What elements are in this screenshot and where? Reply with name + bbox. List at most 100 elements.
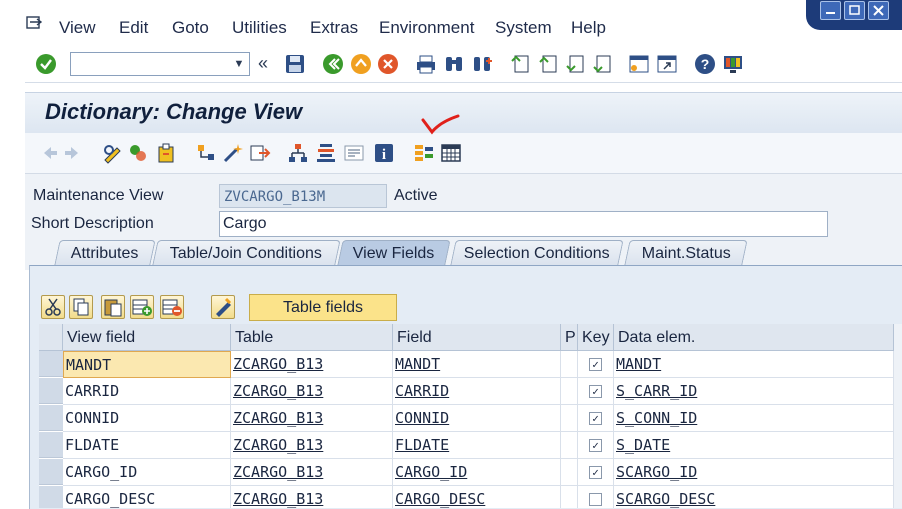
key-checkbox[interactable]: ✓ <box>589 439 602 452</box>
key-cell[interactable]: ✓ <box>578 432 614 459</box>
key-checkbox[interactable]: ✓ <box>589 385 602 398</box>
arrow-right-icon[interactable] <box>63 142 85 164</box>
object-list-icon[interactable] <box>287 142 309 164</box>
key-cell[interactable]: ✓ <box>578 351 614 378</box>
table-fields-button[interactable]: Table fields <box>249 294 397 321</box>
technical-settings-icon[interactable] <box>343 142 365 164</box>
new-session-icon[interactable] <box>628 53 650 75</box>
table-cell[interactable]: ZCARGO_B13 <box>231 378 393 405</box>
data-element-cell[interactable]: S_CARR_ID <box>614 378 894 405</box>
row-selector[interactable] <box>39 459 63 485</box>
delete-row-icon[interactable] <box>160 295 184 319</box>
cut-icon[interactable] <box>41 295 65 319</box>
chevron-down-icon[interactable]: ▼ <box>229 53 249 75</box>
find-next-icon[interactable] <box>471 53 493 75</box>
exit-icon[interactable] <box>350 53 372 75</box>
previous-page-icon[interactable] <box>537 53 559 75</box>
view-field-cell[interactable]: CARGO_DESC <box>63 486 231 508</box>
help-icon[interactable]: ? <box>694 53 716 75</box>
column-header-data-element[interactable]: Data elem. <box>614 324 894 351</box>
vertical-scrollbar[interactable] <box>894 324 902 508</box>
change-field-icon[interactable] <box>211 295 235 319</box>
p-cell[interactable] <box>561 432 578 459</box>
row-selector[interactable] <box>39 405 63 431</box>
tab-attributes[interactable]: Attributes <box>54 240 156 265</box>
p-cell[interactable] <box>561 459 578 486</box>
key-checkbox[interactable]: ✓ <box>589 358 602 371</box>
enter-icon[interactable] <box>35 53 57 75</box>
key-checkbox[interactable]: ✓ <box>589 412 602 425</box>
field-cell[interactable]: CARGO_DESC <box>393 486 561 508</box>
table-cell[interactable]: ZCARGO_B13 <box>231 432 393 459</box>
key-checkbox[interactable]: ✓ <box>589 466 602 479</box>
table-cell[interactable]: ZCARGO_B13 <box>231 405 393 432</box>
column-header-key[interactable]: Key <box>578 324 614 351</box>
key-cell[interactable] <box>578 486 614 508</box>
view-field-cell[interactable]: CARGO_ID <box>63 459 231 486</box>
menu-help[interactable]: Help <box>571 18 606 38</box>
insert-row-icon[interactable] <box>130 295 154 319</box>
back-icon[interactable] <box>322 53 344 75</box>
minimize-icon[interactable] <box>820 1 841 20</box>
row-selector[interactable] <box>39 432 63 458</box>
view-field-cell[interactable]: MANDT <box>63 351 231 378</box>
key-cell[interactable]: ✓ <box>578 459 614 486</box>
close-icon[interactable] <box>868 1 889 20</box>
data-element-cell[interactable]: S_CONN_ID <box>614 405 894 432</box>
table-cell[interactable]: ZCARGO_B13 <box>231 459 393 486</box>
table-cell[interactable]: ZCARGO_B13 <box>231 486 393 508</box>
p-cell[interactable] <box>561 378 578 405</box>
field-cell[interactable]: CARGO_ID <box>393 459 561 486</box>
info-icon[interactable]: i <box>373 142 395 164</box>
data-element-cell[interactable]: SCARGO_ID <box>614 459 894 486</box>
view-field-cell[interactable]: CONNID <box>63 405 231 432</box>
key-cell[interactable]: ✓ <box>578 405 614 432</box>
menu-edit[interactable]: Edit <box>119 18 148 38</box>
data-element-cell[interactable]: S_DATE <box>614 432 894 459</box>
copy-icon[interactable] <box>69 295 93 319</box>
row-selector[interactable] <box>39 378 63 404</box>
table-cell[interactable]: ZCARGO_B13 <box>231 351 393 378</box>
field-cell[interactable]: CARRID <box>393 378 561 405</box>
check-object-icon[interactable] <box>195 142 217 164</box>
key-checkbox[interactable] <box>589 493 602 506</box>
display-change-icon[interactable] <box>101 142 123 164</box>
tab-selection-conditions[interactable]: Selection Conditions <box>450 240 624 265</box>
paste-icon[interactable] <box>101 295 125 319</box>
first-page-icon[interactable] <box>509 53 531 75</box>
field-cell[interactable]: FLDATE <box>393 432 561 459</box>
menu-environment[interactable]: Environment <box>379 18 474 38</box>
table-fields-icon[interactable] <box>413 142 435 164</box>
last-page-icon[interactable] <box>591 53 613 75</box>
p-cell[interactable] <box>561 486 578 508</box>
cancel-icon[interactable] <box>377 53 399 75</box>
select-all-header[interactable] <box>39 324 63 351</box>
menu-goto[interactable]: Goto <box>172 18 209 38</box>
menu-utilities[interactable]: Utilities <box>232 18 287 38</box>
other-object-icon[interactable] <box>155 142 177 164</box>
menu-exit-icon[interactable] <box>26 16 43 30</box>
data-element-cell[interactable]: MANDT <box>614 351 894 378</box>
save-icon[interactable] <box>284 53 306 75</box>
field-cell[interactable]: CONNID <box>393 405 561 432</box>
arrow-left-icon[interactable] <box>37 142 59 164</box>
next-page-icon[interactable] <box>564 53 586 75</box>
menu-view[interactable]: View <box>59 18 96 38</box>
row-selector[interactable] <box>39 486 63 508</box>
activate-icon[interactable] <box>222 142 244 164</box>
column-header-field[interactable]: Field <box>393 324 561 351</box>
field-cell[interactable]: MANDT <box>393 351 561 378</box>
navigation-window-icon[interactable] <box>315 142 337 164</box>
active-inactive-icon[interactable] <box>127 142 149 164</box>
column-header-view-field[interactable]: View field <box>63 324 231 351</box>
collapse-command-icon[interactable]: « <box>258 53 280 75</box>
short-description-input[interactable]: Cargo <box>219 211 828 237</box>
find-icon[interactable] <box>443 53 465 75</box>
menu-extras[interactable]: Extras <box>310 18 358 38</box>
tab-view-fields[interactable]: View Fields <box>337 240 451 265</box>
tab-maint-status[interactable]: Maint.Status <box>624 240 748 265</box>
print-icon[interactable] <box>415 53 437 75</box>
view-field-cell[interactable]: CARRID <box>63 378 231 405</box>
tab-table-join-conditions[interactable]: Table/Join Conditions <box>152 240 341 265</box>
key-cell[interactable]: ✓ <box>578 378 614 405</box>
